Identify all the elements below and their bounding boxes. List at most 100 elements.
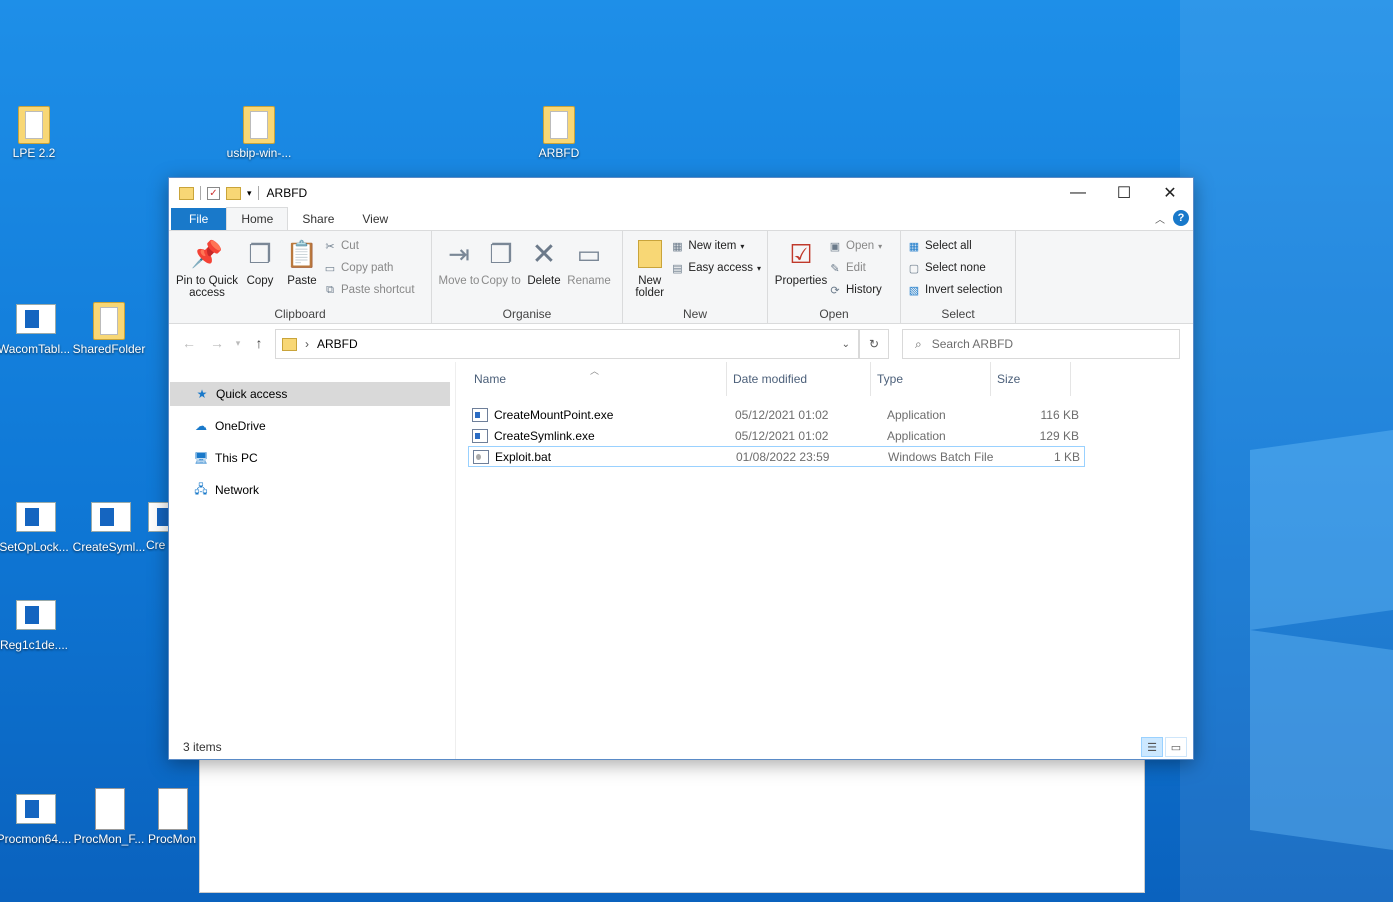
organise-group-label: Organise [502,307,552,321]
breadcrumb-chevron-icon[interactable]: › [305,337,309,351]
address-field[interactable]: › ARBFD ⌄ [275,329,859,359]
details-view-icon[interactable]: ☰ [1141,737,1163,757]
status-bar: 3 items ☰ ▭ [169,735,1193,759]
tab-view[interactable]: View [348,208,402,230]
column-headers: Name Date modified Type Size [468,362,1193,396]
properties-icon[interactable]: ✓ [207,186,220,200]
desktop-icon-procmon-f[interactable]: ProcMon_F... [71,786,147,846]
select-all-button[interactable]: ▦ Select all [907,237,1002,255]
computer-icon: 🖥 [193,451,209,465]
tab-file[interactable]: File [171,208,227,230]
edit-icon: ✎ [830,262,840,275]
pin-icon: 📌 [190,238,224,269]
open-button[interactable]: ▣ Open ▾ [828,237,882,255]
minimize-button[interactable]: — [1055,178,1101,208]
address-bar-row: ← → ▾ ↑ › ARBFD ⌄ ↻ ⌕ Search ARBFD [169,324,1193,363]
new-item-icon: ▦ [672,240,683,253]
desktop-icon-lpe[interactable]: LPE 2.2 [0,100,72,160]
new-group: New folder ▦ New item ▾ ▤ Easy access ▾ New [623,231,768,323]
exe-file-icon [472,428,488,443]
clipboard-group-label: Clipboard [274,307,326,321]
new-folder-icon [634,237,666,271]
copy-path-button[interactable]: ▭ Copy path [323,259,415,277]
large-icons-view-icon[interactable]: ▭ [1165,737,1187,757]
new-item-button[interactable]: ▦ New item ▾ [670,237,761,255]
delete-x-icon: ✕ [531,237,557,271]
desktop-icon-arbfd[interactable]: ARBFD [521,100,597,160]
file-row[interactable]: CreateMountPoint.exe 05/12/2021 01:02 Ap… [468,404,1085,425]
copy-path-icon: ▭ [324,262,336,275]
new-folder-icon[interactable] [226,186,241,200]
tab-home[interactable]: Home [226,207,289,230]
search-placeholder: Search ARBFD [931,337,1014,351]
desktop-icon-createsymlink[interactable]: CreateSyml... [71,494,147,554]
column-header-size[interactable]: Size [991,362,1071,396]
exe-file-icon [472,407,488,422]
tab-share[interactable]: Share [288,208,348,230]
column-header-name[interactable]: Name [468,362,727,396]
copy-icon: ❐ [248,238,272,269]
background-window[interactable] [199,740,1145,893]
desktop-icon-regicide[interactable]: Reg1c1de.... [0,592,72,652]
window-title: ARBFD [266,186,308,200]
help-icon[interactable]: ? [1173,210,1189,226]
nav-item-network[interactable]: 🖧 Network [169,478,455,502]
batch-file-icon [473,449,489,464]
nav-item-this-pc[interactable]: 🖥 This PC [169,446,455,470]
easy-access-icon: ▤ [672,262,683,275]
forward-arrow-icon[interactable]: → [203,335,231,351]
select-none-button[interactable]: ▢ Select none [907,259,1002,277]
address-dropdown-icon[interactable]: ⌄ [842,339,850,350]
paste-icon: 📋 [285,238,319,269]
app-icon [91,502,131,532]
wacom-app-icon [16,304,56,334]
file-row[interactable]: CreateSymlink.exe 05/12/2021 01:02 Appli… [468,425,1085,446]
app-icon [16,502,56,532]
refresh-button[interactable]: ↻ [859,329,889,359]
customize-dropdown-icon[interactable]: ▾ [247,188,252,199]
desktop-icon-usbip[interactable]: usbip-win-... [221,100,297,160]
maximize-button[interactable]: ☐ [1101,178,1147,208]
folder-shortcut-icon [93,302,125,340]
title-bar[interactable]: ✓ ▾ ARBFD — ☐ ✕ [169,178,1193,208]
easy-access-button[interactable]: ▤ Easy access ▾ [670,259,761,277]
navigation-pane: ★ Quick access ☁ OneDrive 🖥 This PC 🖧 Ne… [169,362,456,759]
star-icon: ★ [196,387,208,401]
paste-shortcut-button[interactable]: ⧉ Paste shortcut [323,281,414,299]
column-header-date[interactable]: Date modified [727,362,871,396]
desktop-icon-cre[interactable]: Cre [146,494,168,552]
quick-access-toolbar: ✓ ▾ [169,186,259,200]
procmon-icon [16,794,56,824]
close-button[interactable]: ✕ [1147,178,1193,208]
folder-icon [282,337,297,351]
history-button[interactable]: ⟳ History [828,281,882,299]
up-arrow-icon[interactable]: ↑ [245,335,273,351]
desktop-icon-procmon64[interactable]: Procmon64.... [0,786,72,846]
edit-button[interactable]: ✎ Edit [828,259,882,277]
column-header-type[interactable]: Type [871,362,991,396]
nav-item-quick-access[interactable]: ★ Quick access [170,382,450,406]
invert-selection-button[interactable]: ▧ Invert selection [907,281,1003,299]
move-to-icon: ⇥ [448,238,470,269]
collapse-ribbon-icon[interactable]: ︿ [1155,211,1165,226]
open-icon: ▣ [829,240,841,253]
desktop-icon-procmon[interactable]: ProcMon [146,786,198,846]
app-icon [148,502,168,532]
new-group-label: New [682,307,707,321]
cut-button[interactable]: ✂ Cut [323,237,415,255]
desktop-icon-wacom[interactable]: WacomTabl... [0,296,72,356]
desktop-icon-setoplock[interactable]: SetOpLock... [0,494,72,554]
search-input[interactable]: ⌕ Search ARBFD [902,329,1180,359]
nav-item-onedrive[interactable]: ☁ OneDrive [169,414,455,438]
desktop-icon-sharedfolder[interactable]: SharedFolder [71,296,147,356]
select-all-icon: ▦ [908,240,920,253]
explorer-window: ✓ ▾ ARBFD — ☐ ✕ File Home Share View ︿ ?… [168,177,1194,760]
document-icon [95,788,125,830]
cloud-icon: ☁ [195,419,207,433]
recent-dropdown-icon[interactable]: ▾ [231,338,245,349]
breadcrumb[interactable]: ARBFD [317,337,358,351]
back-arrow-icon[interactable]: ← [175,335,203,351]
file-row-selected[interactable]: Exploit.bat 01/08/2022 23:59 Windows Bat… [468,446,1085,467]
search-icon: ⌕ [915,336,922,351]
open-group-label: Open [819,307,849,321]
